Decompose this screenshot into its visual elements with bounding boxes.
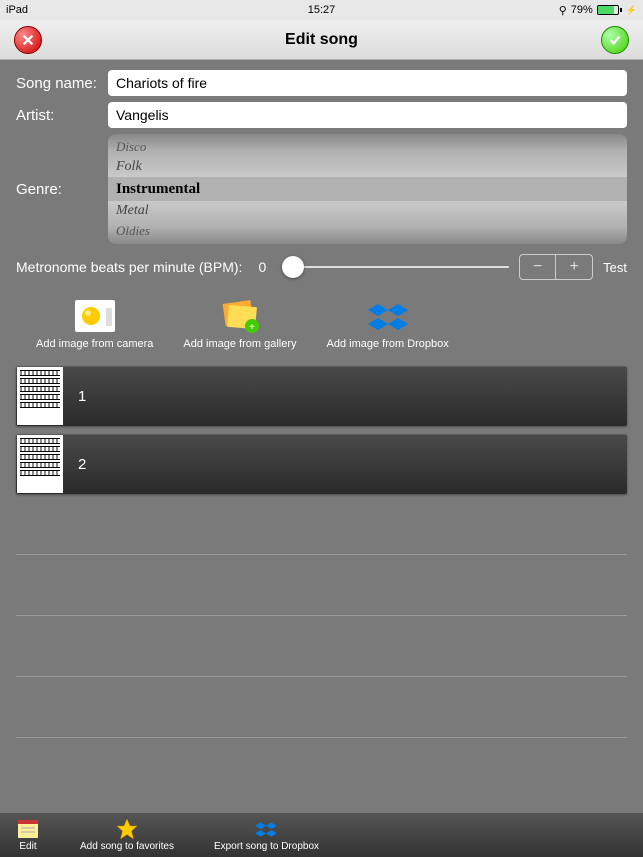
stepper-minus[interactable]: − [520,255,556,279]
favorites-label: Add song to favorites [80,841,174,852]
image-thumbnail [17,435,63,493]
add-image-camera[interactable]: Add image from camera [36,298,153,350]
camera-label: Add image from camera [36,338,153,350]
genre-label: Genre: [16,181,108,198]
save-button[interactable] [601,26,629,54]
divider [16,554,627,555]
bpm-test-button[interactable]: Test [603,260,627,275]
genre-row: Genre: CountryDiscoFolkInstrumentalMetal… [16,134,627,244]
image-number: 1 [78,388,86,405]
status-bar: iPad 15:27 ⚲ 79% ⚡ [0,0,643,20]
device-label: iPad [6,4,28,16]
artist-input[interactable] [108,102,627,128]
divider [16,615,627,616]
notepad-icon [16,818,40,840]
bpm-label: Metronome beats per minute (BPM): [16,259,242,275]
image-thumbnail [17,367,63,425]
picker-item[interactable]: Disco [108,137,627,157]
dropbox-icon [254,818,278,840]
divider [16,737,627,738]
genre-picker[interactable]: CountryDiscoFolkInstrumentalMetalOldiesP… [108,134,627,244]
status-time: 15:27 [308,4,336,16]
edit-label: Edit [19,841,36,852]
gallery-label: Add image from gallery [183,338,296,350]
dropbox-icon [366,298,410,334]
picker-item[interactable]: Instrumental [108,177,627,201]
dropbox-label: Add image from Dropbox [327,338,449,350]
picker-item[interactable]: Oldies [108,221,627,241]
bpm-row: Metronome beats per minute (BPM): 0 − + … [16,254,627,280]
gallery-icon: + [218,298,262,334]
cancel-button[interactable] [14,26,42,54]
check-icon [608,33,622,47]
page-title: Edit song [285,31,358,49]
star-icon [115,818,139,840]
nav-bar: Edit song [0,20,643,60]
stepper-plus[interactable]: + [556,255,592,279]
song-name-row: Song name: [16,70,627,96]
charging-icon: ⚡ [626,5,637,16]
toolbar: Edit Add song to favorites Export song t… [0,813,643,857]
song-name-label: Song name: [16,75,108,92]
add-image-gallery[interactable]: + Add image from gallery [183,298,296,350]
placeholder-list [0,554,643,738]
image-actions: Add image from camera + Add image from g… [16,298,627,350]
toolbar-edit[interactable]: Edit [16,818,40,852]
bluetooth-icon: ⚲ [559,4,567,17]
picker-item[interactable]: Folk [108,157,627,177]
image-list: 12 [0,366,643,494]
bpm-stepper: − + [519,254,593,280]
toolbar-favorites[interactable]: Add song to favorites [80,818,174,852]
close-icon [21,33,35,47]
camera-icon [73,298,117,334]
bpm-value: 0 [252,259,272,275]
artist-label: Artist: [16,107,108,124]
slider-thumb[interactable] [282,256,304,278]
status-right: ⚲ 79% ⚡ [559,4,637,17]
battery-icon [597,5,622,15]
bpm-slider[interactable] [282,266,509,268]
toolbar-export[interactable]: Export song to Dropbox [214,818,319,852]
image-row[interactable]: 2 [16,434,627,494]
svg-text:+: + [249,322,255,333]
song-name-input[interactable] [108,70,627,96]
artist-row: Artist: [16,102,627,128]
image-row[interactable]: 1 [16,366,627,426]
export-label: Export song to Dropbox [214,841,319,852]
battery-pct: 79% [571,4,593,16]
add-image-dropbox[interactable]: Add image from Dropbox [327,298,449,350]
form-area: Song name: Artist: Genre: CountryDiscoFo… [0,60,643,350]
picker-item[interactable]: Pop [108,241,627,244]
divider [16,676,627,677]
picker-item[interactable]: Metal [108,201,627,221]
image-number: 2 [78,456,86,473]
